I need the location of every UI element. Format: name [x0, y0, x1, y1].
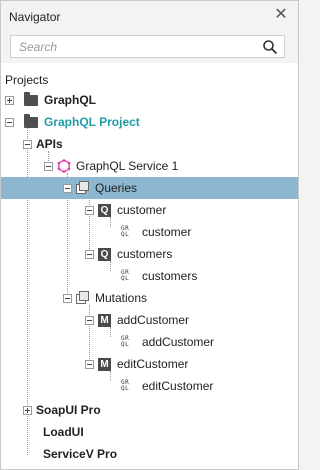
tree-label: customers: [142, 269, 198, 283]
search-box[interactable]: [10, 35, 285, 58]
tree-row-soapui-pro[interactable]: SoapUI Pro: [1, 399, 298, 421]
tree-label: GraphQL Project: [44, 115, 140, 129]
folder-icon: [24, 113, 38, 128]
tree-row-graphql-service[interactable]: GraphQL Service 1: [1, 155, 298, 177]
collapse-icon[interactable]: [85, 205, 94, 215]
tree-row-apis[interactable]: APIs: [1, 133, 298, 155]
folder-icon: [24, 91, 38, 106]
tree-row-graphql-customer[interactable]: GR QL customer: [1, 221, 298, 243]
collapse-icon[interactable]: [63, 183, 72, 193]
tree-row-mutation-editcustomer[interactable]: M editCustomer: [1, 353, 298, 375]
tree-label: editCustomer: [142, 379, 214, 393]
tree-label: customer: [117, 203, 167, 217]
tree-label: SoapUI Pro: [36, 403, 101, 417]
tree-label: Queries: [95, 181, 138, 195]
panel-title: Navigator: [9, 10, 61, 24]
tree-row-query-customer[interactable]: Q customer: [1, 199, 298, 221]
tree-label: ServiceV Pro: [43, 447, 118, 461]
search-icon[interactable]: [262, 39, 278, 55]
tree-label: GraphQL: [44, 93, 97, 107]
tree-row-graphql[interactable]: GraphQL: [1, 89, 298, 111]
tree-row-graphql-editcustomer[interactable]: GR QL editCustomer: [1, 375, 298, 397]
tree-label: Mutations: [95, 291, 148, 305]
tree-label: customers: [117, 247, 173, 261]
tree-row-graphql-customers[interactable]: GR QL customers: [1, 265, 298, 287]
collapse-icon[interactable]: [5, 117, 14, 127]
query-q-icon: Q: [98, 247, 111, 261]
tree-label: addCustomer: [117, 313, 190, 327]
navigator-panel: Navigator ✕ Projects Grap: [0, 0, 299, 470]
tree-label: editCustomer: [117, 357, 189, 371]
queries-icon: [76, 181, 90, 195]
mutation-m-icon: M: [98, 357, 111, 371]
mutation-m-icon: M: [98, 313, 111, 327]
search-input[interactable]: [11, 36, 277, 57]
tree-row-loadui[interactable]: LoadUI: [1, 421, 298, 443]
collapse-icon[interactable]: [63, 293, 72, 303]
expand-icon[interactable]: [23, 405, 32, 415]
tree-label: addCustomer: [142, 335, 215, 349]
mutations-icon: [76, 291, 90, 305]
tree-row-graphql-addcustomer[interactable]: GR QL addCustomer: [1, 331, 298, 353]
tree-row-graphql-project[interactable]: GraphQL Project: [1, 111, 298, 133]
graphql-icon: GR QL: [121, 269, 130, 282]
tree-label: LoadUI: [43, 425, 84, 439]
close-icon[interactable]: ✕: [273, 7, 289, 23]
expand-icon[interactable]: [5, 95, 14, 105]
collapse-icon[interactable]: [85, 315, 94, 325]
tree-label: GraphQL Service 1: [76, 159, 179, 173]
navigator-header: Navigator ✕: [1, 1, 298, 63]
project-tree: GraphQL GraphQL Project APIs GraphQL Ser…: [1, 89, 298, 469]
tree-label: customer: [142, 225, 192, 239]
tree-row-mutations[interactable]: Mutations: [1, 287, 298, 309]
tree-row-queries[interactable]: Queries: [1, 177, 298, 199]
graphql-service-icon: [57, 159, 71, 173]
tree-label: APIs: [36, 137, 63, 151]
collapse-icon[interactable]: [85, 249, 94, 259]
collapse-icon[interactable]: [44, 161, 53, 171]
graphql-icon: GR QL: [121, 379, 130, 392]
tree-row-query-customers[interactable]: Q customers: [1, 243, 298, 265]
query-q-icon: Q: [98, 203, 111, 217]
collapse-icon[interactable]: [23, 139, 32, 149]
tree-row-servicev-pro[interactable]: ServiceV Pro: [1, 443, 298, 465]
graphql-icon: GR QL: [121, 225, 130, 238]
collapse-icon[interactable]: [85, 359, 94, 369]
projects-label: Projects: [5, 73, 49, 87]
tree-row-mutation-addcustomer[interactable]: M addCustomer: [1, 309, 298, 331]
graphql-icon: GR QL: [121, 335, 130, 348]
